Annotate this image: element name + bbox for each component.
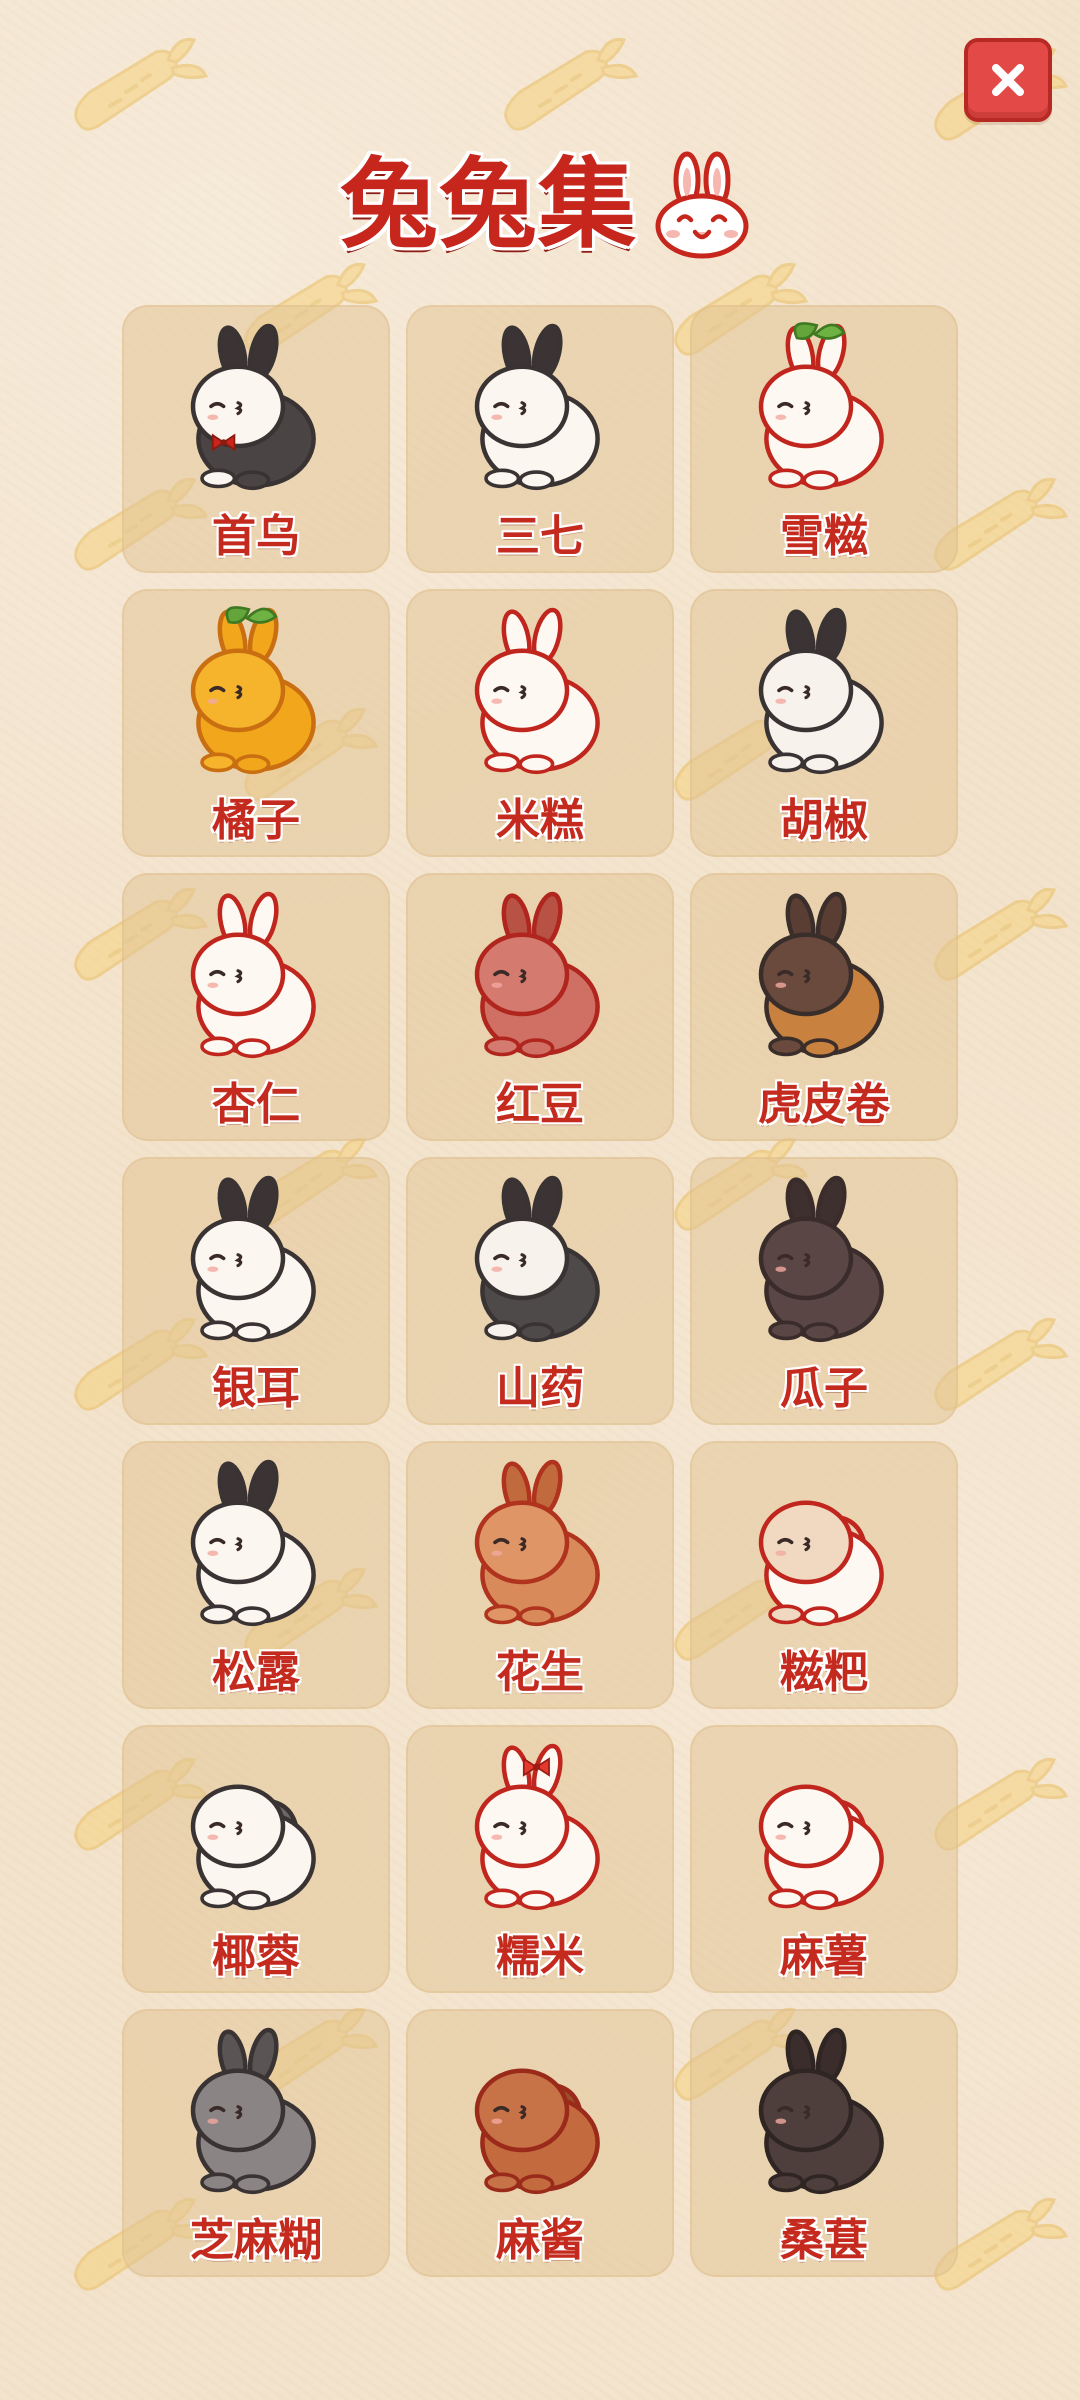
page-title: 兔兔集 xyxy=(340,148,638,262)
bunny-card[interactable]: 椰蓉 xyxy=(122,1725,390,1993)
bunny-sprite xyxy=(474,607,600,775)
bunny-card[interactable]: 首乌 xyxy=(122,305,390,573)
bunny-name: 三七 xyxy=(496,511,584,562)
bunny-name: 椰蓉 xyxy=(212,1931,300,1982)
carrot-icon xyxy=(504,37,639,131)
bunny-name: 虎皮卷 xyxy=(758,1079,890,1130)
bunny-name: 雪糍 xyxy=(780,511,868,562)
bunny-sprite xyxy=(474,1175,600,1343)
bunny-card[interactable]: 糍粑 xyxy=(690,1441,958,1709)
bunny-name: 红豆 xyxy=(496,1079,584,1130)
bunny-sprite xyxy=(758,322,884,491)
bunny-card[interactable]: 银耳 xyxy=(122,1157,390,1425)
bunny-name: 花生 xyxy=(496,1647,584,1698)
bunny-card[interactable]: 桑葚 xyxy=(690,2009,958,2277)
bunny-sprite xyxy=(474,2068,600,2195)
bunny-sprite xyxy=(190,891,316,1059)
bunny-name: 山药 xyxy=(496,1363,584,1414)
bunny-name: 芝麻糊 xyxy=(190,2215,322,2266)
bunny-card[interactable]: 胡椒 xyxy=(690,589,958,857)
bunny-sprite xyxy=(190,2027,316,2195)
bunny-card[interactable]: 虎皮卷 xyxy=(690,873,958,1141)
bunny-card[interactable]: 红豆 xyxy=(406,873,674,1141)
close-x-icon xyxy=(992,64,1024,96)
bunny-sprite xyxy=(758,1175,884,1343)
carrot-icon xyxy=(74,37,209,131)
bunny-name: 米糕 xyxy=(496,795,584,846)
bunny-name: 麻薯 xyxy=(780,1931,868,1982)
bunny-card[interactable]: 雪糍 xyxy=(690,305,958,573)
bunny-collection-grid: 首乌 三七 雪糍橘子 米糕 胡椒杏仁 红豆 虎皮卷银耳 山药 瓜子松露 花生 糍粑椰蓉 糯米 麻薯芝麻糊… xyxy=(122,305,958,2277)
bunny-sprite xyxy=(190,323,316,491)
bunny-sprite xyxy=(190,606,316,775)
bunny-sprite xyxy=(474,323,600,491)
bunny-name: 糍粑 xyxy=(780,1647,868,1698)
bunny-card[interactable]: 糯米 xyxy=(406,1725,674,1993)
bunny-sprite xyxy=(474,1743,600,1911)
bunny-card[interactable]: 米糕 xyxy=(406,589,674,857)
bunny-sprite xyxy=(190,1175,316,1343)
bunny-sprite xyxy=(474,1459,600,1627)
bunny-sprite xyxy=(758,607,884,775)
bunny-card[interactable]: 山药 xyxy=(406,1157,674,1425)
bunny-name: 首乌 xyxy=(212,511,300,562)
bunny-card[interactable]: 麻薯 xyxy=(690,1725,958,1993)
bunny-name: 杏仁 xyxy=(212,1079,300,1130)
bunny-card[interactable]: 麻酱 xyxy=(406,2009,674,2277)
bunny-card[interactable]: 杏仁 xyxy=(122,873,390,1141)
bunny-card[interactable]: 橘子 xyxy=(122,589,390,857)
bunny-face-icon xyxy=(655,151,749,259)
bunny-name: 麻酱 xyxy=(496,2215,584,2266)
bunny-card[interactable]: 芝麻糊 xyxy=(122,2009,390,2277)
bunny-name: 橘子 xyxy=(212,795,300,846)
bunny-sprite xyxy=(190,1459,316,1627)
page-title-group: 兔兔集 xyxy=(340,140,753,270)
bunny-name: 瓜子 xyxy=(780,1363,868,1414)
bunny-sprite xyxy=(190,1784,316,1911)
bunny-name: 银耳 xyxy=(212,1363,300,1414)
bunny-sprite xyxy=(474,891,600,1059)
bunny-card[interactable]: 花生 xyxy=(406,1441,674,1709)
bunny-sprite xyxy=(758,891,884,1059)
bunny-sprite xyxy=(758,1784,884,1911)
bunny-name: 胡椒 xyxy=(780,795,868,846)
bunny-name: 桑葚 xyxy=(780,2215,868,2266)
bunny-card[interactable]: 瓜子 xyxy=(690,1157,958,1425)
bunny-name: 松露 xyxy=(212,1647,300,1698)
bunny-name: 糯米 xyxy=(496,1931,584,1982)
bunny-sprite xyxy=(758,2027,884,2195)
bunny-card[interactable]: 松露 xyxy=(122,1441,390,1709)
bunny-sprite xyxy=(758,1500,884,1627)
bunny-card[interactable]: 三七 xyxy=(406,305,674,573)
close-button[interactable] xyxy=(964,38,1052,122)
